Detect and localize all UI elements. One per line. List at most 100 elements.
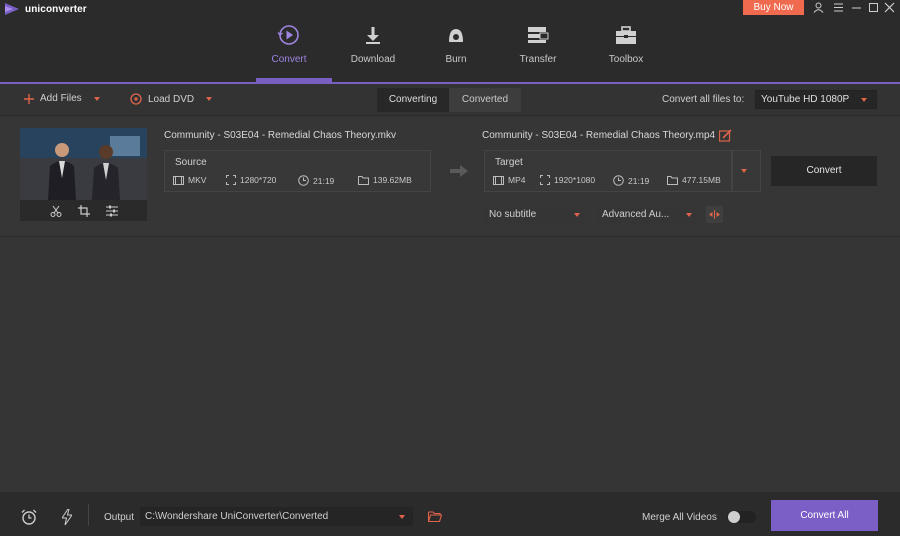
clock-icon (298, 175, 309, 186)
chevron-down-icon (686, 213, 692, 217)
convert-icon (277, 25, 299, 45)
merge-all-label: Merge All Videos (642, 512, 717, 523)
transfer-icon (528, 27, 549, 43)
plus-icon (24, 93, 34, 104)
audio-value: Advanced Au... (602, 209, 670, 220)
dvd-icon (130, 93, 142, 105)
film-icon (173, 175, 184, 185)
nav-toolbox-label: Toolbox (608, 54, 644, 65)
edit-icon[interactable] (719, 129, 732, 142)
source-resolution: 1280*720 (226, 175, 276, 185)
resolution-icon (226, 175, 236, 185)
source-label: Source (175, 157, 207, 168)
target-size: 477.15MB (667, 175, 721, 185)
audio-select[interactable]: Advanced Au... (597, 206, 698, 224)
chevron-down-icon[interactable] (93, 96, 100, 101)
target-size-value: 477.15MB (682, 175, 721, 185)
folder-icon (667, 175, 678, 185)
source-info: Source MKV 1280*720 21:19 139.62MB (164, 150, 431, 192)
nav-convert-label: Convert (271, 54, 307, 65)
source-size-value: 139.62MB (373, 175, 412, 185)
arrow-right-icon (450, 165, 468, 177)
chevron-down-icon (861, 98, 867, 102)
nav-download[interactable]: Download (338, 22, 408, 65)
split-icon (709, 210, 720, 219)
toolbox-icon (616, 26, 636, 44)
output-path-value: C:\Wondershare UniConverter\Converted (145, 511, 329, 522)
maximize-icon[interactable] (866, 0, 880, 14)
nav-burn-label: Burn (445, 54, 467, 65)
buy-now-button[interactable]: Buy Now (743, 0, 804, 15)
convert-all-to-label: Convert all files to: (662, 94, 745, 105)
output-format-select[interactable]: YouTube HD 1080P (755, 90, 877, 109)
crop-icon[interactable] (77, 204, 90, 217)
thumbnail-image (20, 128, 147, 200)
add-files-button[interactable]: Add Files (24, 93, 100, 104)
bottom-bar: Output C:\Wondershare UniConverter\Conve… (0, 492, 900, 536)
convert-button[interactable]: Convert (771, 156, 877, 186)
alarm-clock-icon[interactable] (21, 509, 37, 525)
load-dvd-label: Load DVD (148, 93, 195, 105)
user-icon[interactable] (811, 0, 825, 14)
source-file-name: Community - S03E04 - Remedial Chaos Theo… (164, 130, 396, 141)
source-resolution-value: 1280*720 (240, 175, 277, 185)
chevron-down-icon (399, 515, 405, 519)
divider (88, 504, 89, 526)
target-duration-value: 21:19 (628, 175, 650, 186)
output-format-value: YouTube HD 1080P (761, 94, 850, 105)
target-format-value: MP4 (508, 175, 526, 185)
load-dvd-button[interactable]: Load DVD (130, 93, 213, 105)
top-bar: uniconverter Buy Now Convert Download Bu… (0, 0, 900, 82)
chevron-down-icon (574, 213, 580, 217)
source-size: 139.62MB (358, 175, 412, 185)
logo-icon (5, 3, 19, 15)
thumbnail-tools (20, 200, 147, 221)
open-folder-icon[interactable] (428, 511, 442, 522)
target-duration: 21:19 (613, 175, 649, 186)
toggle-knob (728, 511, 740, 523)
app-logo: uniconverter (5, 3, 87, 15)
lightning-icon[interactable] (62, 509, 72, 525)
download-icon (366, 27, 380, 44)
scissors-icon[interactable] (50, 205, 62, 217)
source-format-value: MKV (188, 175, 207, 185)
nav-download-label: Download (350, 54, 396, 65)
video-thumbnail[interactable] (20, 128, 147, 221)
target-resolution: 1920*1080 (540, 175, 595, 185)
effects-icon[interactable] (105, 205, 118, 217)
target-info[interactable]: Target MP4 1920*1080 21:19 477.15MB (484, 150, 732, 192)
folder-icon (358, 175, 369, 185)
target-format: MP4 (493, 175, 525, 185)
target-resolution-value: 1920*1080 (554, 175, 596, 185)
target-label: Target (495, 157, 523, 168)
menu-icon[interactable] (831, 0, 845, 14)
target-format-dropdown[interactable] (732, 150, 761, 192)
tab-converting[interactable]: Converting (377, 88, 449, 112)
chevron-down-icon[interactable] (206, 97, 213, 101)
source-duration-value: 21:19 (313, 175, 335, 186)
nav-transfer[interactable]: Transfer (503, 22, 573, 65)
film-icon (493, 175, 504, 185)
resolution-icon (540, 175, 550, 185)
nav-convert[interactable]: Convert (254, 22, 324, 65)
nav-transfer-label: Transfer (519, 54, 557, 65)
toolbar: Add Files Load DVD Converting Converted … (0, 84, 900, 116)
tab-converted[interactable]: Converted (449, 88, 521, 112)
nav-burn[interactable]: Burn (421, 22, 491, 65)
add-files-label: Add Files (40, 93, 82, 104)
target-file-name: Community - S03E04 - Remedial Chaos Theo… (482, 130, 716, 141)
nav-toolbox[interactable]: Toolbox (591, 22, 661, 65)
subtitle-value: No subtitle (489, 209, 537, 220)
file-item: Community - S03E04 - Remedial Chaos Theo… (0, 117, 900, 237)
minimize-icon[interactable] (849, 0, 863, 14)
split-merge-button[interactable] (706, 206, 723, 223)
app-name: uniconverter (25, 3, 87, 15)
source-duration: 21:19 (298, 175, 334, 186)
source-format: MKV (173, 175, 206, 185)
merge-toggle[interactable] (727, 511, 756, 523)
subtitle-select[interactable]: No subtitle (484, 206, 586, 224)
clock-icon (613, 175, 624, 186)
output-path-select[interactable]: C:\Wondershare UniConverter\Converted (140, 507, 413, 526)
close-icon[interactable] (882, 0, 896, 14)
convert-all-button[interactable]: Convert All (771, 500, 878, 531)
